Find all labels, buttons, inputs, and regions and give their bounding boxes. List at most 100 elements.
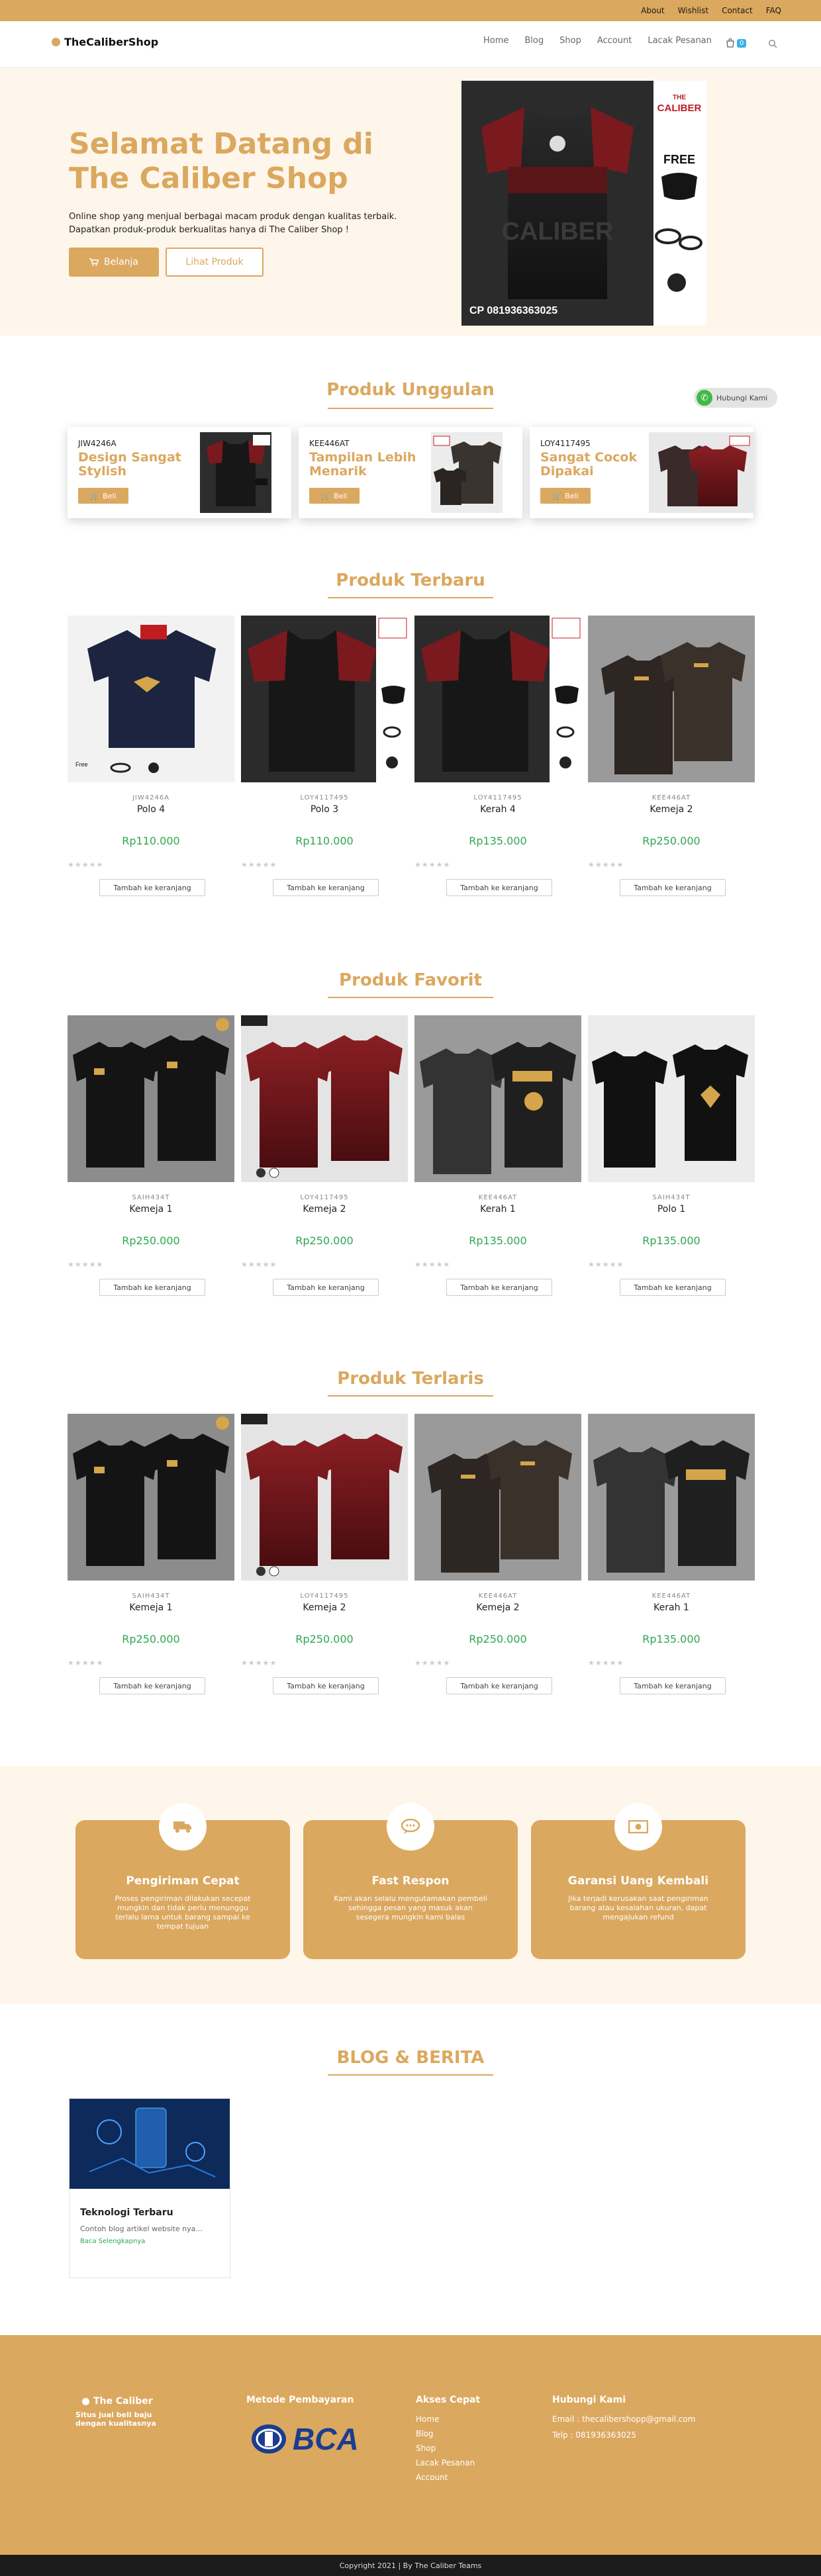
featured-card[interactable]: JIW4246A Design Sangat Stylish 🛒 Beli <box>68 427 291 518</box>
site-footer: The Caliber Situs jual beli baju dengan … <box>0 2335 821 2555</box>
rating-stars-icon: ★★★★★ <box>414 1260 451 1269</box>
topbar-link-faq[interactable]: FAQ <box>766 6 781 15</box>
product-card[interactable]: LOY4117495 Kemeja 2 Rp250.000 ★★★★★ Tamb… <box>241 1015 408 1296</box>
featured-buy-button[interactable]: 🛒 Beli <box>78 488 128 504</box>
product-name[interactable]: Polo 4 <box>68 804 234 815</box>
nav-item-blog[interactable]: Blog <box>524 36 544 46</box>
product-image[interactable] <box>414 1414 581 1581</box>
product-name[interactable]: Kerah 1 <box>588 1602 755 1613</box>
featured-product-image <box>200 432 271 513</box>
feature-title: Fast Respon <box>371 1874 450 1888</box>
add-to-cart-button[interactable]: Tambah ke keranjang <box>273 1279 379 1296</box>
product-image[interactable] <box>588 1414 755 1581</box>
add-to-cart-button[interactable]: Tambah ke keranjang <box>99 1279 205 1296</box>
footer-phone[interactable]: Telp : 081936363025 <box>552 2428 636 2442</box>
featured-card[interactable]: KEE446AT Tampilan Lebih Menarik 🛒 Beli <box>299 427 522 518</box>
blog-title-underline <box>328 2074 493 2076</box>
product-card[interactable]: Free JIW4246A Polo 4 Rp110.000 ★★★★★ Tam… <box>68 616 234 896</box>
feature-description: Jika terjadi kerusakan saat pengiriman b… <box>568 1894 708 1921</box>
product-image[interactable] <box>241 616 408 782</box>
shop-now-button[interactable]: Belanja <box>69 248 159 277</box>
blog-post-card[interactable]: Teknologi Terbaru Contoh blog artikel we… <box>69 2098 230 2278</box>
payment-heading: Metode Pembayaran <box>246 2395 354 2405</box>
nav-item-home[interactable]: Home <box>483 36 508 46</box>
product-name[interactable]: Kemeja 1 <box>68 1204 234 1215</box>
bestseller-section-title: Produk Terlaris <box>337 1369 484 1389</box>
blog-section-title: BLOG & BERITA <box>336 2048 485 2068</box>
product-image[interactable] <box>241 1015 408 1182</box>
product-name[interactable]: Kemeja 1 <box>68 1602 234 1613</box>
hero-image-logo-the: THE <box>673 94 686 101</box>
blog-post-title[interactable]: Teknologi Terbaru <box>80 2207 173 2218</box>
nav-item-lacak-pesanan[interactable]: Lacak Pesanan <box>648 36 712 46</box>
product-name[interactable]: Kerah 4 <box>414 804 581 815</box>
add-to-cart-button[interactable]: Tambah ke keranjang <box>99 1677 205 1694</box>
product-card[interactable]: KEE446AT Kemeja 2 Rp250.000 ★★★★★ Tambah… <box>588 616 755 896</box>
product-sku: JIW4246A <box>132 794 170 802</box>
product-card[interactable]: KEE446AT Kemeja 2 Rp250.000 ★★★★★ Tambah… <box>414 1414 581 1694</box>
product-card[interactable]: LOY4117495 Kerah 4 Rp135.000 ★★★★★ Tamba… <box>414 616 581 896</box>
topbar-link-contact[interactable]: Contact <box>722 6 753 15</box>
product-card[interactable]: LOY4117495 Kemeja 2 Rp250.000 ★★★★★ Tamb… <box>241 1414 408 1694</box>
product-card[interactable]: KEE446AT Kerah 1 Rp135.000 ★★★★★ Tambah … <box>414 1015 581 1296</box>
product-name[interactable]: Kemeja 2 <box>241 1204 408 1215</box>
add-to-cart-button[interactable]: Tambah ke keranjang <box>620 879 726 896</box>
add-to-cart-button[interactable]: Tambah ke keranjang <box>620 1279 726 1296</box>
product-card[interactable]: SAIH434T Polo 1 Rp135.000 ★★★★★ Tambah k… <box>588 1015 755 1296</box>
cart-button[interactable]: 0 <box>726 38 747 48</box>
product-image[interactable] <box>414 1015 581 1182</box>
featured-title-underline <box>328 408 493 409</box>
featured-card[interactable]: LOY4117495 Sangat Cocok Dipakai 🛒 Beli <box>530 427 755 518</box>
add-to-cart-button[interactable]: Tambah ke keranjang <box>273 1677 379 1694</box>
rating-stars-icon: ★★★★★ <box>588 860 624 869</box>
add-to-cart-button[interactable]: Tambah ke keranjang <box>99 879 205 896</box>
nav-item-account[interactable]: Account <box>597 36 632 46</box>
add-to-cart-button[interactable]: Tambah ke keranjang <box>446 879 552 896</box>
product-image[interactable] <box>588 616 755 782</box>
site-logo[interactable]: TheCaliberShop <box>52 36 158 48</box>
search-icon[interactable] <box>768 39 777 48</box>
nav-item-shop[interactable]: Shop <box>559 36 581 46</box>
featured-buy-button[interactable]: 🛒 Beli <box>309 488 360 504</box>
add-to-cart-button[interactable]: Tambah ke keranjang <box>273 879 379 896</box>
blog-post-image[interactable] <box>70 2099 230 2189</box>
product-name[interactable]: Polo 3 <box>241 804 408 815</box>
featured-sku: JIW4246A <box>78 439 117 448</box>
product-name[interactable]: Kerah 1 <box>414 1204 581 1215</box>
add-to-cart-button[interactable]: Tambah ke keranjang <box>446 1677 552 1694</box>
product-card[interactable]: SAIH434T Kemeja 1 Rp250.000 ★★★★★ Tambah… <box>68 1015 234 1296</box>
featured-buy-button[interactable]: 🛒 Beli <box>540 488 591 504</box>
rating-stars-icon: ★★★★★ <box>241 1260 277 1269</box>
product-image[interactable]: Free <box>68 616 234 782</box>
topbar-link-wishlist[interactable]: Wishlist <box>678 6 708 15</box>
bestseller-title-underline <box>328 1395 493 1397</box>
blog-read-more-link[interactable]: Baca Selengkapnya <box>80 2238 145 2245</box>
product-card[interactable]: KEE446AT Kerah 1 Rp135.000 ★★★★★ Tambah … <box>588 1414 755 1694</box>
footer-link-account[interactable]: Account <box>416 2470 448 2485</box>
view-products-button[interactable]: Lihat Produk <box>166 248 264 277</box>
product-name[interactable]: Polo 1 <box>588 1204 755 1215</box>
footer-email[interactable]: Email : thecalibershopp@gmail.com <box>552 2412 695 2426</box>
topbar-link-about[interactable]: About <box>641 6 664 15</box>
product-name[interactable]: Kemeja 2 <box>241 1602 408 1613</box>
product-name[interactable]: Kemeja 2 <box>414 1602 581 1613</box>
product-image[interactable] <box>68 1414 234 1581</box>
product-name[interactable]: Kemeja 2 <box>588 804 755 815</box>
product-image[interactable] <box>414 616 581 782</box>
product-card[interactable]: SAIH434T Kemeja 1 Rp250.000 ★★★★★ Tambah… <box>68 1414 234 1694</box>
product-image[interactable] <box>241 1414 408 1581</box>
bag-icon <box>726 38 734 48</box>
add-to-cart-button[interactable]: Tambah ke keranjang <box>620 1677 726 1694</box>
product-image[interactable] <box>588 1015 755 1182</box>
add-to-cart-button[interactable]: Tambah ke keranjang <box>446 1279 552 1296</box>
product-image[interactable] <box>68 1015 234 1182</box>
footer-link-lacak-pesanan[interactable]: Lacak Pesanan <box>416 2456 475 2470</box>
footer-link-shop[interactable]: Shop <box>416 2441 436 2456</box>
product-price: Rp250.000 <box>642 835 700 847</box>
feature-card: Fast Respon Kami akan selalu mengutamaka… <box>303 1803 518 1959</box>
footer-link-home[interactable]: Home <box>416 2412 439 2426</box>
footer-brand: The Caliber <box>82 2396 153 2407</box>
product-card[interactable]: LOY4117495 Polo 3 Rp110.000 ★★★★★ Tambah… <box>241 616 408 896</box>
footer-link-blog[interactable]: Blog <box>416 2426 434 2441</box>
chat-icon <box>387 1803 434 1851</box>
